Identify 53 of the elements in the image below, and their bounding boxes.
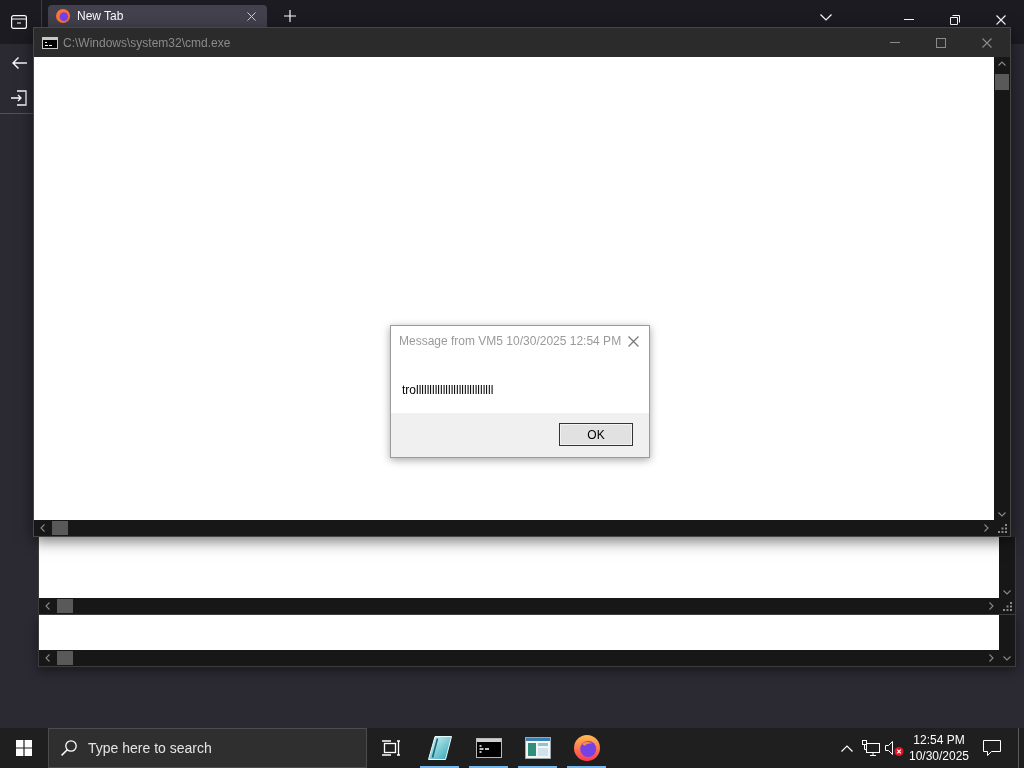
vertical-scrollbar[interactable] (999, 615, 1015, 650)
scrollbar-thumb[interactable] (995, 74, 1009, 90)
scroll-right-icon[interactable] (983, 524, 989, 532)
network-icon[interactable] (862, 740, 880, 756)
close-icon (982, 37, 992, 48)
ok-button[interactable]: OK (559, 423, 633, 446)
scroll-left-icon[interactable] (44, 654, 50, 662)
sign-in-icon (11, 90, 27, 106)
tab-list-icon[interactable] (11, 14, 27, 30)
glass-tile-icon (427, 736, 452, 760)
vertical-scrollbar[interactable] (994, 57, 1010, 520)
scrollbar-thumb[interactable] (57, 599, 73, 613)
chevron-up-icon[interactable] (840, 744, 853, 752)
back-arrow-icon (11, 56, 27, 70)
close-icon (996, 14, 1006, 25)
maximize-icon (936, 37, 946, 48)
minimize-icon (904, 19, 914, 20)
scroll-down-icon[interactable] (998, 511, 1006, 517)
dialog-message: trolllllllllllllllllllllllllllll (402, 383, 494, 397)
scroll-left-icon[interactable] (44, 602, 50, 610)
flame-globe-icon (573, 735, 600, 761)
chevron-down-icon[interactable] (820, 14, 832, 21)
console-icon (42, 36, 58, 49)
horizontal-scrollbar[interactable] (34, 520, 994, 536)
browser-tab[interactable]: New Tab (48, 5, 267, 27)
scrollbar-thumb[interactable] (52, 521, 68, 535)
tab-favicon-icon (56, 9, 70, 23)
minimize-icon (890, 42, 900, 43)
task-view-icon (382, 740, 400, 756)
scroll-right-icon[interactable] (988, 602, 994, 610)
terminal-icon (475, 738, 502, 758)
windows-logo-icon (16, 740, 32, 756)
scrollbar-thumb[interactable] (57, 651, 73, 665)
scroll-down-icon[interactable] (1003, 655, 1011, 661)
resize-grip-icon[interactable] (997, 523, 1007, 533)
search-field[interactable]: Type here to search (48, 728, 367, 768)
clock-date[interactable]: 10/30/2025 (908, 748, 970, 764)
clock-time[interactable]: 12:54 PM (913, 732, 965, 748)
scroll-up-icon[interactable] (998, 60, 1006, 66)
window-icon (524, 737, 551, 759)
scroll-right-icon[interactable] (988, 654, 994, 662)
close-icon[interactable] (628, 335, 639, 347)
scroll-down-icon[interactable] (1003, 589, 1011, 595)
restore-icon (950, 14, 960, 25)
search-icon (61, 740, 77, 756)
window-title: C:\Windows\system32\cmd.exe (63, 35, 231, 50)
horizontal-scrollbar[interactable] (39, 650, 999, 666)
dialog-title: Message from VM5 10/30/2025 12:54 PM (399, 334, 623, 348)
plus-icon[interactable] (284, 10, 296, 22)
speaker-muted-icon[interactable] (885, 740, 904, 756)
scroll-left-icon[interactable] (39, 524, 45, 532)
notification-icon[interactable] (983, 740, 1001, 756)
resize-grip-icon[interactable] (1002, 601, 1012, 611)
